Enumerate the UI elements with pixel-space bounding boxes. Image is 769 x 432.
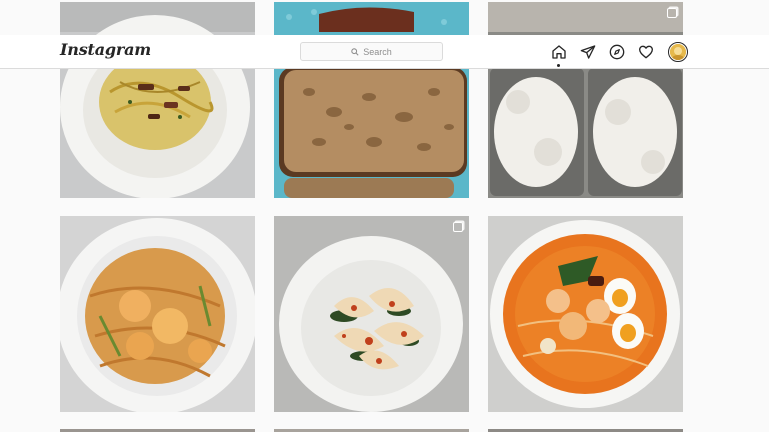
top-navigation-bar: Instagram Search: [0, 35, 769, 69]
search-input[interactable]: Search: [300, 42, 443, 61]
instagram-logo[interactable]: Instagram: [60, 40, 151, 59]
profile-avatar[interactable]: [668, 42, 688, 62]
post-thumbnail-laksa[interactable]: [488, 216, 683, 412]
post-thumbnail-sourdough[interactable]: [274, 2, 469, 198]
noodles-prawns-photo: [60, 216, 255, 412]
post-thumbnail-spaghetti[interactable]: [60, 2, 255, 198]
laksa-photo: [488, 216, 683, 412]
active-page-indicator: [557, 64, 560, 67]
post-thumbnail-noodles-prawns[interactable]: [60, 216, 255, 412]
search-placeholder: Search: [363, 46, 392, 57]
wontons-photo: [274, 216, 469, 412]
instagram-profile-page: Instagram Search: [0, 0, 769, 432]
post-thumbnail-rising-dough[interactable]: [488, 2, 683, 198]
direct-message-icon[interactable]: [580, 44, 596, 60]
activity-heart-icon[interactable]: [638, 44, 654, 60]
post-thumbnail-wontons[interactable]: [274, 216, 469, 412]
multiple-images-icon: [667, 8, 677, 18]
avatar-image: [670, 44, 686, 60]
multiple-images-icon: [453, 222, 463, 232]
spaghetti-photo: [60, 2, 255, 198]
home-icon[interactable]: [551, 44, 567, 60]
sourdough-photo: [274, 2, 469, 198]
search-icon: [351, 47, 359, 56]
rising-dough-photo: [488, 2, 683, 198]
explore-compass-icon[interactable]: [609, 44, 625, 60]
avatar-icon: [670, 44, 686, 60]
